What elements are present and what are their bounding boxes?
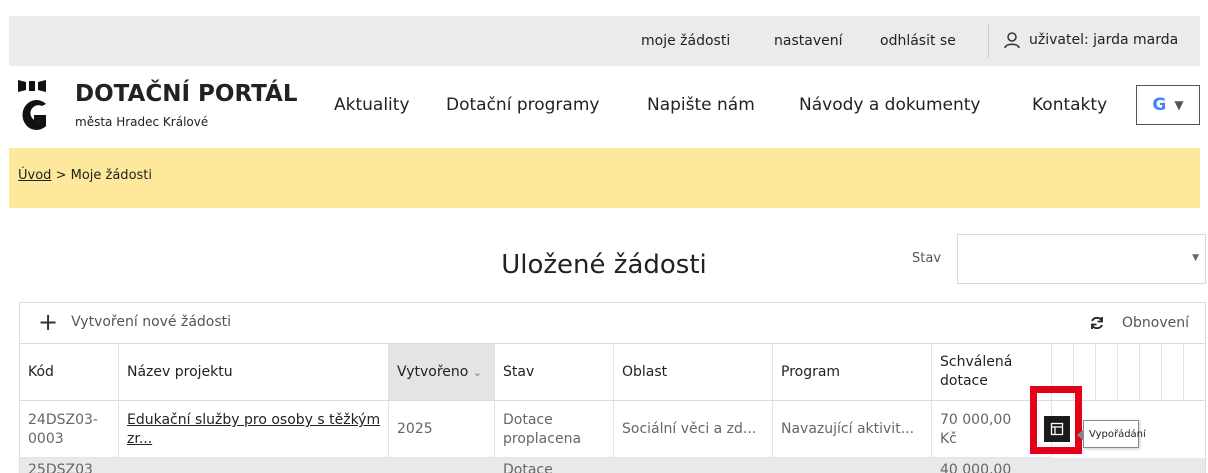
translate-select[interactable]: G ▼: [1136, 85, 1200, 125]
cell-code: 25DSZ03: [28, 462, 93, 473]
caret-down-icon: ▼: [1192, 253, 1199, 263]
sort-desc-icon: ⌄: [472, 366, 482, 379]
refresh-icon: [1091, 316, 1103, 330]
status-filter-select[interactable]: ▼: [957, 234, 1206, 284]
cell-approved-amount: 40 000,00: [940, 462, 1012, 473]
top-utility-bar: moje žádosti nastavení odhlásit se uživa…: [9, 16, 1200, 66]
column-header-created[interactable]: Vytvořeno ⌄: [389, 344, 495, 401]
chevron-down-icon: ▼: [1174, 98, 1184, 112]
column-header-code[interactable]: Kód: [20, 344, 119, 401]
portal-subtitle: města Hradec Králové: [75, 115, 209, 129]
cell-status: Dotace: [503, 462, 553, 473]
cell-status: Dotace proplacena: [495, 401, 614, 458]
site-header: DOTAČNÍ PORTÁL města Hradec Králové Aktu…: [9, 66, 1200, 148]
column-header-action: [1118, 344, 1140, 401]
nav-navody[interactable]: Návody a dokumenty: [799, 95, 980, 115]
document-icon: [1050, 422, 1064, 436]
portal-title[interactable]: DOTAČNÍ PORTÁL: [75, 81, 298, 107]
breadcrumb-separator: >: [55, 168, 67, 183]
my-requests-link[interactable]: moje žádosti: [641, 33, 730, 49]
add-request-label: Vytvoření nové žádosti: [71, 314, 232, 330]
cell-created: 2025: [389, 401, 495, 458]
column-header-status[interactable]: Stav: [495, 344, 614, 401]
logout-link[interactable]: odhlásit se: [880, 33, 956, 49]
add-request-button[interactable]: + Vytvoření nové žádosti: [38, 308, 232, 336]
grid-toolbar: + Vytvoření nové žádosti Obnovení: [20, 303, 1205, 344]
cell-program: Navazující aktivit...: [773, 401, 932, 458]
column-header-program[interactable]: Program: [773, 344, 932, 401]
google-icon: G: [1152, 95, 1167, 115]
user-name: uživatel: jarda marda: [1029, 32, 1179, 48]
topbar-divider: [988, 24, 989, 58]
user-icon: [1004, 32, 1020, 49]
settlement-button[interactable]: [1044, 416, 1070, 442]
column-header-action: [1162, 344, 1184, 401]
nav-aktuality[interactable]: Aktuality: [334, 95, 410, 115]
table-row[interactable]: 25DSZ03 Dotace 40 000,00: [20, 458, 1205, 473]
nav-dotacni-programy[interactable]: Dotační programy: [446, 95, 599, 115]
breadcrumb-current: Moje žádosti: [70, 168, 152, 183]
column-header-action: [1140, 344, 1162, 401]
status-filter-label: Stav: [912, 251, 942, 266]
refresh-label: Obnovení: [1121, 315, 1189, 331]
column-header-action: [1184, 344, 1206, 401]
breadcrumb: Úvod > Moje žádosti: [9, 148, 1200, 208]
user-account[interactable]: uživatel: jarda marda: [1003, 31, 1178, 49]
nav-napiste-nam[interactable]: Napište nám: [647, 95, 755, 115]
column-header-project-name[interactable]: Název projektu: [119, 344, 389, 401]
action-tooltip: Vypořádání: [1077, 420, 1146, 448]
cell-area: Sociální věci a zd...: [614, 401, 773, 458]
nav-kontakty[interactable]: Kontakty: [1032, 95, 1107, 115]
column-header-action: [1096, 344, 1118, 401]
breadcrumb-home[interactable]: Úvod: [18, 168, 51, 183]
column-header-area[interactable]: Oblast: [614, 344, 773, 401]
refresh-button[interactable]: Obnovení: [1090, 315, 1189, 331]
logo-icon[interactable]: [17, 78, 47, 138]
cell-code: 24DSZ03-0003: [20, 401, 119, 458]
plus-icon: +: [38, 308, 59, 336]
requests-grid: + Vytvoření nové žádosti Obnovení Kód Ná…: [19, 302, 1206, 473]
settings-link[interactable]: nastavení: [774, 33, 842, 49]
cell-project-name[interactable]: Edukační služby pro osoby s těžkým zr...: [119, 401, 389, 458]
